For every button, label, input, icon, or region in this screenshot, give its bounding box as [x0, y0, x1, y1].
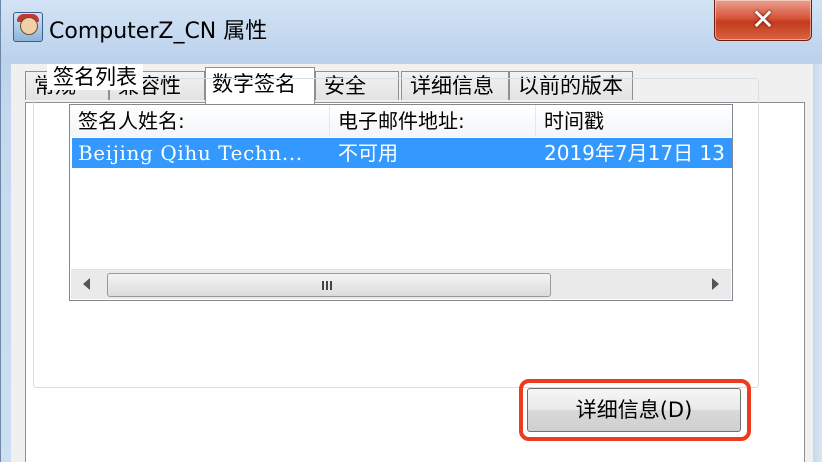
app-icon	[13, 12, 43, 42]
signature-list-title: 签名列表	[47, 64, 143, 90]
horizontal-scrollbar[interactable]	[71, 269, 731, 299]
properties-window: ComputerZ_CN 属性 ✕ 常规 兼容性 数字签名 安全 详细信息 以前…	[0, 0, 822, 462]
highlight-annotation	[519, 379, 751, 441]
scroll-right-arrow-icon[interactable]	[712, 278, 719, 290]
title-bar[interactable]: ComputerZ_CN 属性 ✕	[1, 0, 822, 64]
window-title: ComputerZ_CN 属性	[49, 19, 268, 44]
close-button[interactable]: ✕	[714, 0, 812, 41]
column-signer-name[interactable]: 签名人姓名:	[70, 105, 330, 137]
column-email[interactable]: 电子邮件地址:	[330, 105, 536, 137]
list-item[interactable]: Beijing Qihu Techn... 不可用 2019年7月17日 13	[72, 138, 732, 168]
signature-list[interactable]: 签名人姓名: 电子邮件地址: 时间戳 Beijing Qihu Techn...…	[69, 104, 733, 301]
scroll-left-arrow-icon[interactable]	[83, 278, 90, 290]
app-icon-face	[20, 17, 38, 35]
column-timestamp[interactable]: 时间戳	[536, 105, 732, 137]
email-cell: 不可用	[338, 141, 398, 165]
scroll-thumb[interactable]	[107, 273, 551, 297]
list-header: 签名人姓名: 电子邮件地址: 时间戳	[70, 105, 732, 137]
window-frame-right	[813, 64, 822, 462]
signer-name-cell: Beijing Qihu Techn...	[78, 141, 303, 165]
timestamp-cell: 2019年7月17日 13	[544, 141, 725, 165]
close-icon: ✕	[751, 3, 775, 36]
grip-icon	[322, 281, 334, 290]
